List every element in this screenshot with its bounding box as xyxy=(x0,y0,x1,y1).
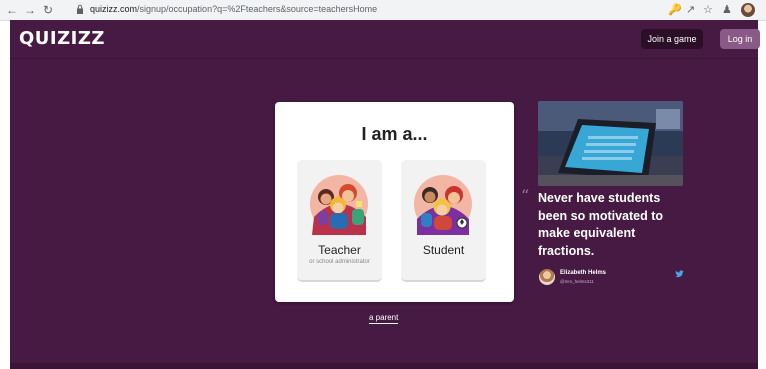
student-option[interactable]: Student xyxy=(401,160,486,282)
student-label: Student xyxy=(422,243,465,257)
site-header: QUIZIZZ Join a game Log in xyxy=(10,20,760,59)
teacher-sublabel: or school administrator xyxy=(309,259,370,265)
student-illustration-icon xyxy=(414,175,472,235)
browser-toolbar: ← → ↻ quizizz.com/signup/occupation?q=%2… xyxy=(0,0,766,21)
author-name: Elizabeth Helms xyxy=(560,270,607,276)
forward-icon[interactable]: → xyxy=(22,2,38,18)
footer-strip xyxy=(10,363,758,369)
back-icon[interactable]: ← xyxy=(4,2,20,18)
star-icon[interactable]: ☆ xyxy=(703,3,713,17)
parent-link[interactable]: a parent xyxy=(369,313,399,324)
teacher-label: Teacher xyxy=(318,243,361,257)
login-button[interactable]: Log in xyxy=(720,29,760,49)
author-avatar xyxy=(539,269,555,285)
testimonial-quote: Never have students been so motivated to… xyxy=(538,191,664,258)
occupation-card: I am a... Teacher or school administrato… xyxy=(275,102,514,302)
twitter-icon[interactable] xyxy=(675,270,684,278)
join-game-button[interactable]: Join a game xyxy=(641,29,703,49)
quote-icon: “ xyxy=(521,186,530,205)
quizizz-logo[interactable]: QUIZIZZ xyxy=(19,28,105,49)
key-icon[interactable]: 🔑 xyxy=(668,3,682,17)
lock-icon xyxy=(77,4,83,14)
profile-icon[interactable] xyxy=(741,3,755,17)
address-bar[interactable]: quizizz.com/signup/occupation?q=%2Fteach… xyxy=(90,4,377,14)
extensions-icon[interactable]: ♟ xyxy=(722,3,732,17)
reload-icon[interactable]: ↻ xyxy=(40,2,56,18)
teacher-illustration-icon xyxy=(310,175,368,235)
share-icon[interactable]: ↗ xyxy=(686,3,695,17)
author-handle: @mrs_helms311 xyxy=(560,279,594,284)
teacher-option[interactable]: Teacher or school administrator xyxy=(297,160,382,282)
signup-page: QUIZIZZ Join a game Log in I am a... Tea… xyxy=(10,20,760,369)
classroom-photo xyxy=(538,101,683,186)
card-title: I am a... xyxy=(361,124,428,144)
